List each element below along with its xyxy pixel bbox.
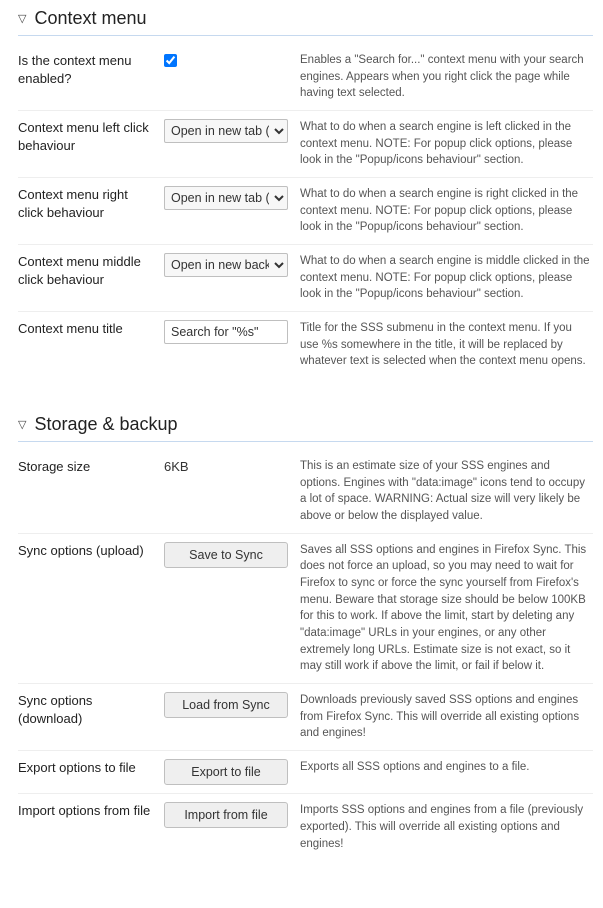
row-description: What to do when a search engine is middl… xyxy=(300,253,593,303)
row-description: What to do when a search engine is right… xyxy=(300,186,593,236)
row-label: Context menu middle click behaviour xyxy=(18,253,152,288)
row-storage-size: Storage size 6KB This is an estimate siz… xyxy=(18,450,593,534)
row-label: Context menu left click behaviour xyxy=(18,119,152,154)
section-title: Context menu xyxy=(34,8,146,29)
section-context-menu: ▽ Context menu Is the context menu enabl… xyxy=(18,0,593,378)
row-label: Is the context menu enabled? xyxy=(18,52,152,87)
save-to-sync-button[interactable]: Save to Sync xyxy=(164,542,288,568)
row-description: Saves all SSS options and engines in Fir… xyxy=(300,542,593,675)
row-label: Context menu title xyxy=(18,320,152,338)
section-header-context-menu[interactable]: ▽ Context menu xyxy=(18,0,593,36)
row-label: Storage size xyxy=(18,458,152,476)
row-description: What to do when a search engine is left … xyxy=(300,119,593,169)
storage-size-value: 6KB xyxy=(164,458,189,474)
row-description: Imports SSS options and engines from a f… xyxy=(300,802,593,852)
section-title: Storage & backup xyxy=(34,414,177,435)
row-middle-click: Context menu middle click behaviour Open… xyxy=(18,245,593,312)
collapse-icon: ▽ xyxy=(18,12,26,25)
row-description: This is an estimate size of your SSS eng… xyxy=(300,458,593,525)
middle-click-select[interactable]: Open in new background tab xyxy=(164,253,288,277)
row-description: Exports all SSS options and engines to a… xyxy=(300,759,593,776)
row-label: Export options to file xyxy=(18,759,152,777)
import-from-file-button[interactable]: Import from file xyxy=(164,802,288,828)
row-sync-upload: Sync options (upload) Save to Sync Saves… xyxy=(18,534,593,684)
section-header-storage[interactable]: ▽ Storage & backup xyxy=(18,406,593,442)
row-right-click: Context menu right click behaviour Open … xyxy=(18,178,593,245)
row-description: Downloads previously saved SSS options a… xyxy=(300,692,593,742)
export-to-file-button[interactable]: Export to file xyxy=(164,759,288,785)
context-enabled-checkbox[interactable] xyxy=(164,54,177,67)
row-description: Title for the SSS submenu in the context… xyxy=(300,320,593,370)
row-import: Import options from file Import from fil… xyxy=(18,794,593,860)
row-description: Enables a "Search for..." context menu w… xyxy=(300,52,593,102)
row-label: Sync options (download) xyxy=(18,692,152,727)
row-export: Export options to file Export to file Ex… xyxy=(18,751,593,794)
row-label: Sync options (upload) xyxy=(18,542,152,560)
right-click-select[interactable]: Open in new tab (next to current tab) xyxy=(164,186,288,210)
collapse-icon: ▽ xyxy=(18,418,26,431)
context-title-input[interactable] xyxy=(164,320,288,344)
left-click-select[interactable]: Open in new tab (next to current tab) xyxy=(164,119,288,143)
row-context-enabled: Is the context menu enabled? Enables a "… xyxy=(18,44,593,111)
row-left-click: Context menu left click behaviour Open i… xyxy=(18,111,593,178)
row-label: Context menu right click behaviour xyxy=(18,186,152,221)
load-from-sync-button[interactable]: Load from Sync xyxy=(164,692,288,718)
section-storage-backup: ▽ Storage & backup Storage size 6KB This… xyxy=(18,406,593,860)
row-sync-download: Sync options (download) Load from Sync D… xyxy=(18,684,593,751)
row-label: Import options from file xyxy=(18,802,152,820)
row-context-title: Context menu title Title for the SSS sub… xyxy=(18,312,593,378)
